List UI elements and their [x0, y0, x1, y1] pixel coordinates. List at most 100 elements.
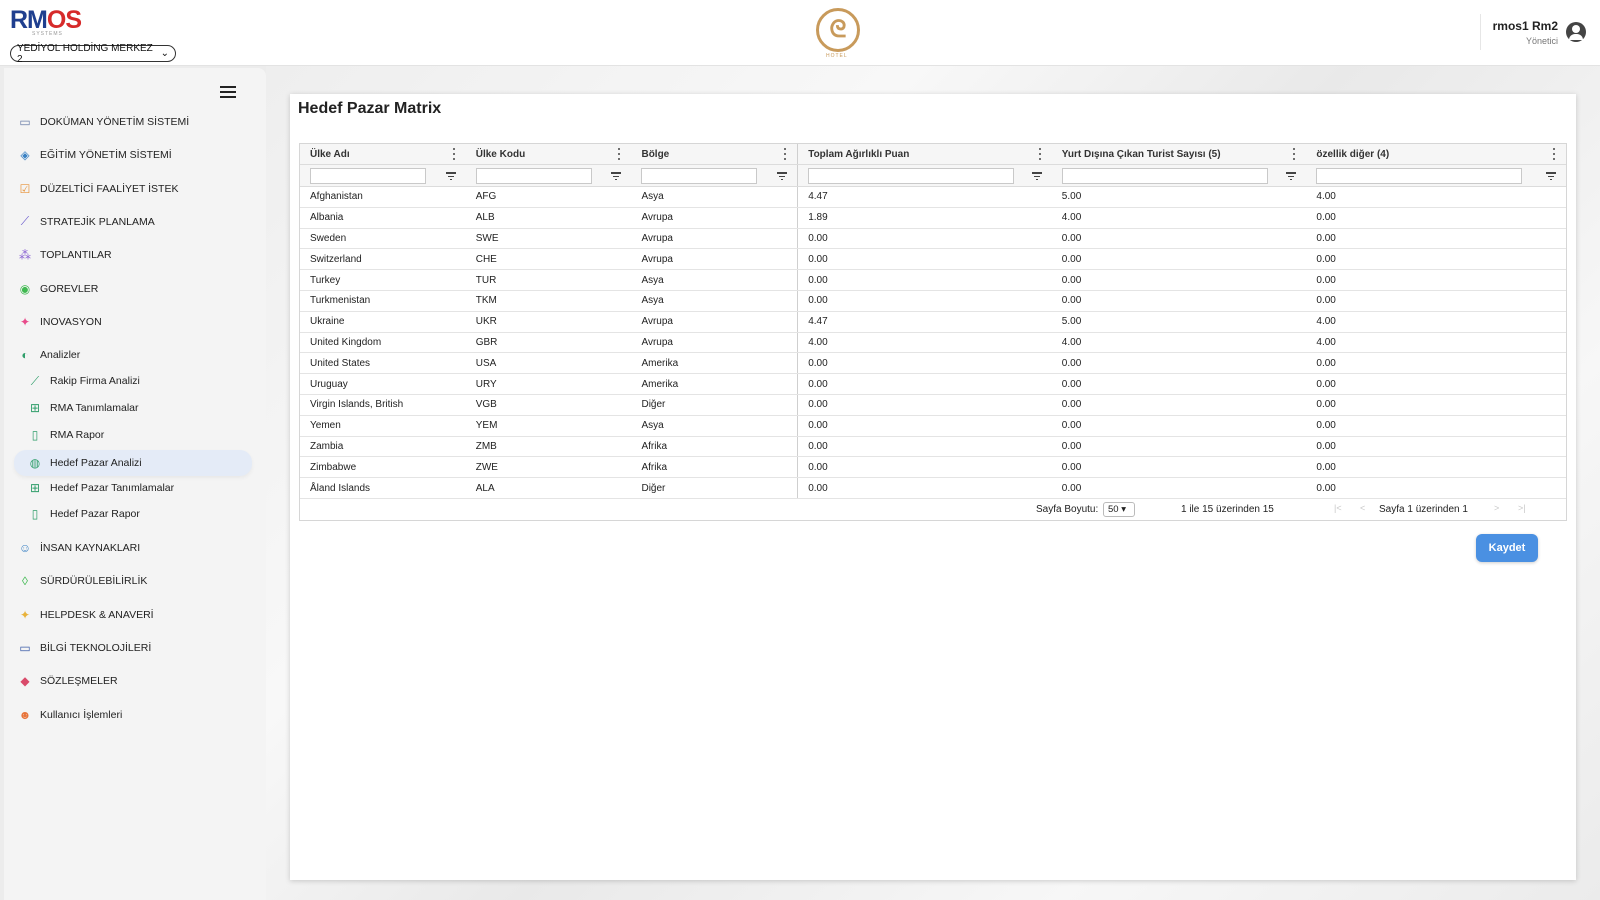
filter-icon[interactable] — [445, 172, 456, 180]
sidebar-item-hedef-pazar-rapor[interactable]: ▯ Hedef Pazar Rapor — [28, 503, 258, 525]
table-cell: 0.00 — [797, 436, 1052, 457]
table-cell: 0.00 — [1316, 295, 1336, 307]
sidebar-item-eği-ti-m-yöneti-m-si-stemi-[interactable]: ◈ EĞİTİM YÖNETİM SİSTEMİ — [18, 144, 250, 166]
leaf-icon: ◊ — [22, 574, 28, 589]
table-cell: 0.00 — [797, 394, 1052, 415]
user-menu[interactable]: rmos1 Rm2 Yönetici — [1479, 14, 1586, 50]
table-row[interactable]: Turkey TUR Asya 0.00 0.00 0.00 — [300, 270, 1566, 291]
table-cell: 0.00 — [1316, 232, 1336, 244]
filter-icon[interactable] — [611, 172, 622, 180]
column-header-country-code[interactable]: Ülke Kodu — [466, 144, 632, 164]
sidebar-item-sürdürülebi-li-rli-k[interactable]: ◊ SÜRDÜRÜLEBİLİRLİK — [18, 570, 250, 592]
page-title: Hedef Pazar Matrix — [298, 100, 442, 117]
sidebar-item-rma-rapor[interactable]: ▯ RMA Rapor — [28, 424, 258, 446]
table-cell: 4.00 — [797, 332, 1052, 353]
column-menu-icon[interactable] — [1293, 148, 1296, 160]
column-header-region[interactable]: Bölge — [631, 144, 797, 164]
table-cell: 0.00 — [1061, 461, 1082, 473]
table-cell: 4.00 — [1061, 212, 1082, 224]
table-row[interactable]: Zimbabwe ZWE Afrika 0.00 0.00 0.00 — [300, 457, 1566, 479]
sidebar-item-inovasyon[interactable]: ✦ INOVASYON — [18, 311, 250, 333]
user-group-icon: ☻ — [18, 707, 32, 722]
sidebar-item-sözleşmeler[interactable]: ◆ SÖZLEŞMELER — [18, 670, 250, 692]
page-size-select[interactable]: 50 ▾ — [1103, 501, 1135, 517]
column-menu-icon[interactable] — [784, 148, 787, 160]
sidebar-item-helpdesk-anaveri-[interactable]: ✦ HELPDESK & ANAVERİ — [18, 604, 250, 626]
last-page-icon[interactable]: >| — [1518, 503, 1526, 513]
filter-input-country-name[interactable] — [310, 167, 426, 184]
analysis-icon: ◐ — [21, 348, 29, 363]
table-cell: Zambia — [310, 440, 344, 452]
column-menu-icon[interactable] — [1552, 148, 1556, 160]
task-icon: ◉ — [19, 281, 31, 296]
table-row[interactable]: Virgin Islands, British VGB Diğer 0.00 0.00 0… — [300, 394, 1566, 416]
sidebar-item-doküman-yöneti-m-si-stemi-[interactable]: ▭ DOKÜMAN YÖNETİM SİSTEMİ — [18, 111, 250, 133]
table-row[interactable]: United States USA Amerika 0.00 0.00 0.00 — [300, 353, 1566, 375]
prev-page-icon[interactable]: < — [1360, 503, 1365, 513]
sidebar-item-analizler[interactable]: ◐ Analizler — [18, 344, 250, 366]
table-row[interactable]: Afghanistan AFG Asya 4.47 5.00 4.00 — [300, 187, 1566, 208]
table-row[interactable]: Zambia ZMB Afrika 0.00 0.00 0.00 — [300, 436, 1566, 458]
filter-input-country-code[interactable] — [475, 167, 592, 184]
column-header-tourist-count[interactable]: Yurt Dışına Çıkan Turist Sayısı (5) — [1052, 144, 1307, 164]
company-select[interactable]: YEDİYOL HOLDİNG MERKEZ 2 ⌄ — [10, 43, 176, 65]
table-row[interactable]: Åland Islands ALA Diğer 0.00 0.00 0.00 — [300, 478, 1566, 499]
table-row[interactable]: Yemen YEM Asya 0.00 0.00 0.00 — [300, 415, 1566, 437]
column-header-country-name[interactable]: Ülke Adı — [300, 144, 466, 164]
first-page-icon[interactable]: |< — [1334, 503, 1342, 513]
filter-icon[interactable] — [1031, 172, 1042, 180]
table-cell: TUR — [475, 274, 497, 286]
table-row[interactable]: Switzerland CHE Avrupa 0.00 0.00 0.00 — [300, 249, 1566, 271]
hamburger-menu-icon[interactable] — [220, 86, 236, 98]
table-cell: Amerika — [641, 357, 679, 369]
table-cell: Asya — [641, 420, 664, 432]
table-row[interactable]: Albania ALB Avrupa 1.89 4.00 0.00 — [300, 207, 1566, 229]
table-cell: Ukraine — [310, 316, 345, 328]
table-cell: 0.00 — [1316, 212, 1336, 224]
table-cell: CHE — [475, 253, 497, 265]
avatar-icon[interactable] — [1566, 22, 1586, 42]
table-cell: 4.00 — [1316, 316, 1336, 328]
sidebar-item-düzelti-ci-faali-yet-i-stek[interactable]: ☑ DÜZELTİCİ FAALİYET İSTEK — [18, 178, 250, 200]
sidebar-item-i-nsan-kaynaklari[interactable]: ☺ İNSAN KAYNAKLARI — [18, 537, 250, 559]
table-row[interactable]: Turkmenistan TKM Asya 0.00 0.00 0.00 — [300, 290, 1566, 312]
sidebar-item-label: SÜRDÜRÜLEBİLİRLİK — [40, 575, 148, 588]
sidebar-item-rakip-firma-analizi[interactable]: ⟋ Rakip Firma Analizi — [28, 370, 258, 392]
table-cell: 0.00 — [1316, 420, 1336, 432]
column-header-total-score[interactable]: Toplam Ağırlıklı Puan — [797, 144, 1052, 164]
save-button[interactable]: Kaydet — [1476, 534, 1538, 562]
sidebar-item-bi-lgi-teknoloji-leri-[interactable]: ▭ BİLGİ TEKNOLOJİLERİ — [18, 637, 250, 659]
sparkle-icon: ✦ — [19, 607, 31, 622]
filter-icon[interactable] — [1286, 172, 1297, 180]
table-row[interactable]: Ukraine UKR Avrupa 4.47 5.00 4.00 — [300, 311, 1566, 333]
filter-input-region[interactable] — [641, 167, 758, 184]
sidebar-item-strateji-k-planlama[interactable]: ⟋ STRATEJİK PLANLAMA — [18, 211, 250, 233]
table-cell: 5.00 — [1061, 191, 1082, 203]
sidebar-item-gorevler[interactable]: ◉ GOREVLER — [18, 278, 250, 300]
sidebar-item-hedef-pazar-analizi[interactable]: ◍ Hedef Pazar Analizi — [14, 450, 252, 477]
table-row[interactable]: Uruguay URY Amerika 0.00 0.00 0.00 — [300, 374, 1566, 395]
sidebar-item-label: EĞİTİM YÖNETİM SİSTEMİ — [40, 149, 172, 162]
sidebar-item-hedef-pazar-tanımlamalar[interactable]: ⊞ Hedef Pazar Tanımlamalar — [28, 477, 258, 499]
sidebar-item-toplantilar[interactable]: ⁂ TOPLANTILAR — [18, 244, 250, 266]
user-role: Yönetici — [1525, 35, 1558, 46]
table-row[interactable]: United Kingdom GBR Avrupa 4.00 4.00 4.00 — [300, 332, 1566, 354]
filter-input-other-feature[interactable] — [1316, 167, 1523, 184]
next-page-icon[interactable]: > — [1494, 503, 1499, 513]
column-menu-icon[interactable] — [618, 148, 621, 160]
table-row[interactable]: Sweden SWE Avrupa 0.00 0.00 0.00 — [300, 228, 1566, 250]
column-header-other-feature[interactable]: özellik diğer (4) — [1306, 144, 1566, 164]
table-cell: Amerika — [641, 378, 679, 390]
column-menu-icon[interactable] — [1038, 148, 1042, 160]
globe-icon: ◍ — [29, 456, 41, 471]
table-cell: 0.00 — [1316, 399, 1336, 411]
document-icon: ▯ — [31, 507, 39, 522]
table-cell: Switzerland — [310, 253, 362, 265]
sidebar-item-kullanıcı-i-şlemleri[interactable]: ☻ Kullanıcı İşlemleri — [18, 704, 250, 726]
filter-input-tourist-count[interactable] — [1061, 167, 1268, 184]
filter-icon[interactable] — [777, 172, 788, 180]
column-menu-icon[interactable] — [452, 148, 456, 160]
sidebar-item-rma-tanımlamalar[interactable]: ⊞ RMA Tanımlamalar — [28, 397, 258, 419]
filter-input-total-score[interactable] — [808, 167, 1015, 184]
filter-icon[interactable] — [1545, 172, 1556, 180]
